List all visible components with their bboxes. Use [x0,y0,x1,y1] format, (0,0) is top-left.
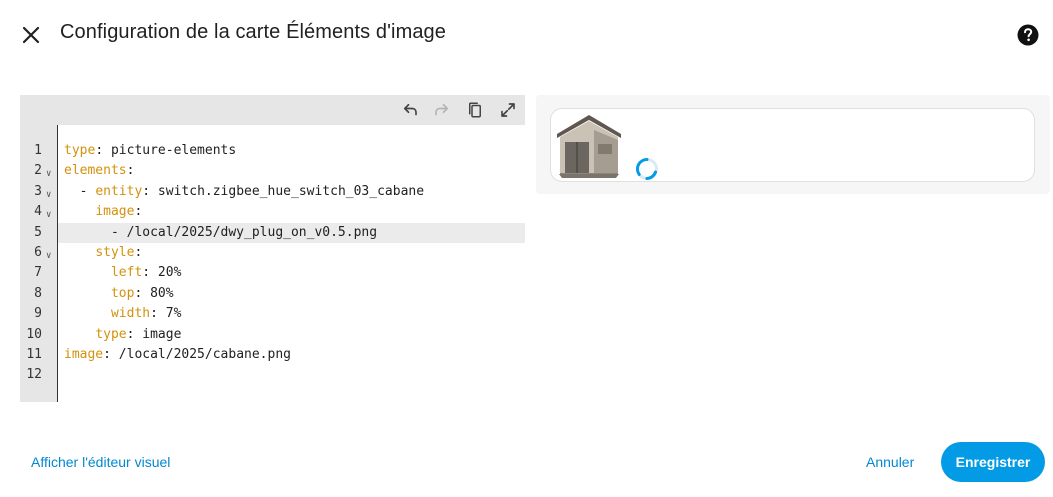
yaml-colon: : [126,163,135,179]
code-line: 7 left: 20% [20,263,525,283]
code-text: left: 20% [64,263,181,283]
yaml-value: image [134,326,182,342]
code-text: style: [64,243,142,263]
code-text: image: /local/2025/cabane.png [64,345,291,365]
line-number: 5 [34,224,42,240]
close-button[interactable] [18,22,44,48]
loading-spinner-icon [636,157,658,180]
yaml-key: width [110,306,151,322]
close-icon [22,26,40,44]
code-line: 4 ∨ image: [20,202,525,222]
yaml-colon: : [95,143,104,158]
picture-elements-card [550,108,1035,182]
code-line: 12 [20,365,525,385]
line-number: 11 [26,347,42,362]
yaml-key: elements [64,163,127,179]
yaml-colon: : [142,265,151,281]
yaml-colon: : [142,183,151,199]
yaml-value: switch.zigbee_hue_switch_03_cabane [150,183,425,199]
code-text: type: image [64,325,181,345]
yaml-code-editor[interactable]: 1 type: picture-elements 2 ∨ elements: 3 ∨ - e… [20,95,525,402]
copy-icon [469,102,481,118]
yaml-value: /local/2025/cabane.png [110,347,291,362]
yaml-colon: : [134,204,143,220]
yaml-value: picture-elements [103,143,237,158]
code-text: - /local/2025/dwy_plug_on_v0.5.png [64,223,377,243]
line-number: 6 [34,245,42,260]
yaml-key: type [64,143,96,158]
yaml-value: 20% [150,265,182,281]
code-indent: - [64,183,96,199]
code-line: 1 type: picture-elements [20,141,525,161]
code-text: image: [64,202,142,222]
yaml-colon: : [134,245,143,260]
yaml-key: image [95,204,135,220]
cancel-button[interactable]: Annuler [866,454,914,470]
line-number: 10 [26,326,42,342]
code-text: elements: [64,161,134,181]
help-button[interactable] [1016,23,1040,47]
yaml-key: image [64,347,104,362]
code-line: 5 - /local/2025/dwy_plug_on_v0.5.png [20,223,525,243]
card-preview [536,95,1050,194]
code-text: type: picture-elements [64,141,236,161]
yaml-value: 7% [157,306,182,322]
undo-icon [403,103,417,116]
dialog-title: Configuration de la carte Éléments d'ima… [60,21,447,43]
yaml-colon: : [103,347,111,362]
code-text: - entity: switch.zigbee_hue_switch_03_ca… [64,182,424,202]
yaml-key: top [110,285,135,301]
copy-button[interactable] [464,99,486,121]
yaml-key: entity [95,183,143,199]
save-button[interactable]: Enregistrer [941,442,1045,482]
redo-button[interactable] [431,99,453,121]
code-text: width: 7% [64,304,181,324]
yaml-key: style [95,245,135,260]
yaml-value: - /local/2025/dwy_plug_on_v0.5.png [64,224,378,240]
redo-icon [435,103,449,116]
editor-toolbar [20,95,525,125]
yaml-key: type [95,326,127,342]
line-number: 8 [34,285,42,301]
line-number: 7 [34,265,42,281]
fullscreen-icon [501,103,515,117]
help-circle-icon [1017,24,1039,46]
card-config-dialog: Configuration de la carte Éléments d'ima… [0,0,1053,497]
undo-button[interactable] [399,99,421,121]
code-line: 9 width: 7% [20,304,525,324]
code-line: 6 ∨ style: [20,243,525,263]
code-line: 11 image: /local/2025/cabane.png [20,345,525,365]
line-number: 9 [34,306,42,322]
line-number: 4 [34,204,42,220]
yaml-value: 80% [142,285,174,301]
shed-image [557,115,621,178]
code-line: 3 ∨ - entity: switch.zigbee_hue_switch_03… [20,182,525,202]
yaml-colon: : [150,306,158,322]
code-line: 10 type: image [20,325,525,345]
show-visual-editor-button[interactable]: Afficher l'éditeur visuel [31,454,170,470]
code-text: top: 80% [64,284,174,304]
line-number: 12 [26,367,42,383]
line-number: 2 [34,163,42,179]
line-number: 3 [34,183,42,199]
line-number: 1 [34,143,42,158]
yaml-key: left [110,265,143,281]
code-line: 2 ∨ elements: [20,161,525,181]
code-line: 8 top: 80% [20,284,525,304]
fullscreen-button[interactable] [497,99,519,121]
